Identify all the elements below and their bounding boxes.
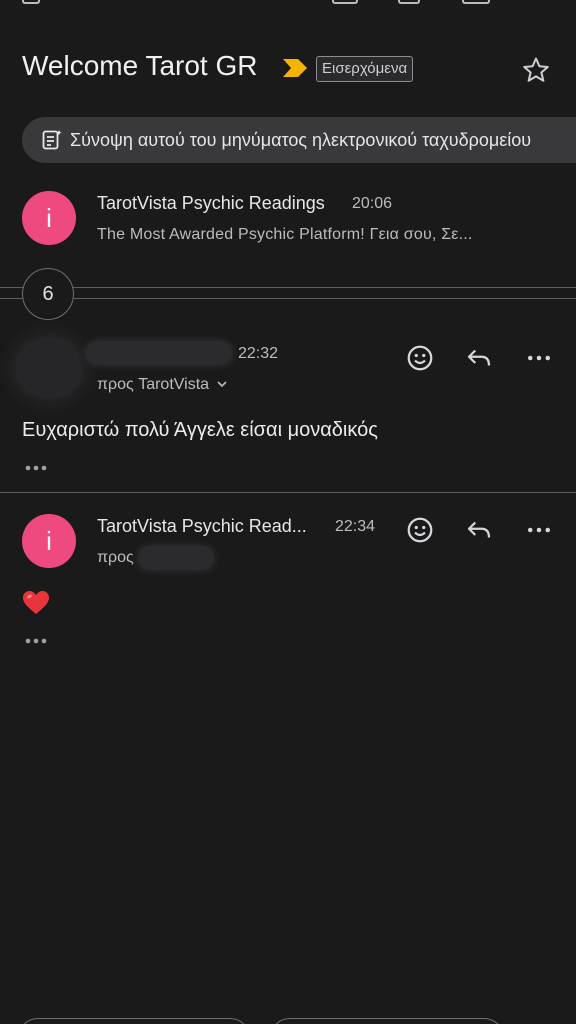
reply-all-button[interactable]: [18, 1018, 250, 1024]
message-divider: [0, 492, 576, 493]
top-toolbar: [0, 0, 576, 4]
sender-avatar[interactable]: i: [22, 191, 76, 245]
sender-name: TarotVista Psychic Readings: [97, 193, 325, 213]
collapsed-divider-top: [0, 287, 576, 288]
reply-icon[interactable]: [464, 343, 494, 373]
add-reaction-icon[interactable]: [405, 343, 435, 373]
redacted-avatar: [15, 337, 83, 399]
summarize-email-button[interactable]: Σύνοψη αυτού του μηνύματος ηλεκτρονικού …: [22, 117, 576, 163]
collapsed-divider-bottom: [0, 298, 576, 299]
redacted-sender-name: [86, 341, 232, 365]
recipient-label[interactable]: προς: [97, 549, 134, 567]
show-trimmed-content-icon[interactable]: [24, 636, 48, 646]
message-time: 22:34: [335, 518, 376, 535]
message-body: Ευχαριστώ πολύ Άγγελε είσαι μοναδικός: [22, 419, 378, 441]
redacted-recipient: [138, 546, 214, 570]
important-marker-icon[interactable]: [283, 59, 307, 77]
show-trimmed-content-icon[interactable]: [24, 463, 48, 473]
recipient-label: προς TarotVista: [97, 376, 210, 393]
add-reaction-icon[interactable]: [405, 515, 435, 545]
reply-icon[interactable]: [464, 515, 494, 545]
heart-emoji-icon: [23, 591, 49, 614]
summary-note-icon: [42, 130, 62, 150]
more-options-icon[interactable]: [524, 343, 554, 373]
chevron-down-icon: [216, 381, 227, 388]
delete-icon[interactable]: [398, 0, 420, 4]
sender-avatar[interactable]: i: [22, 514, 76, 568]
message-time: 20:06: [352, 195, 393, 212]
message-snippet: The Most Awarded Psychic Platform! Γεια …: [97, 226, 473, 243]
star-icon[interactable]: [521, 55, 551, 85]
email-thread-view: Welcome Tarot GR Εισερχόμενα Σύνοψη αυτο…: [0, 0, 576, 1024]
email-subject: Welcome Tarot GR: [22, 50, 258, 81]
message-time: 22:32: [238, 345, 279, 362]
collapsed-messages-count[interactable]: 6: [22, 268, 74, 320]
summary-label: Σύνοψη αυτού του μηνύματος ηλεκτρονικού …: [70, 130, 532, 150]
sender-name: TarotVista Psychic Read...: [97, 516, 307, 536]
archive-icon[interactable]: [332, 0, 358, 4]
mark-unread-icon[interactable]: [462, 0, 490, 4]
inbox-label-chip[interactable]: Εισερχόμενα: [316, 56, 414, 82]
forward-button[interactable]: [270, 1018, 504, 1024]
more-options-icon[interactable]: [524, 515, 554, 545]
recipient-toggle[interactable]: προς TarotVista: [97, 376, 228, 394]
back-arrow-icon[interactable]: [22, 0, 40, 4]
